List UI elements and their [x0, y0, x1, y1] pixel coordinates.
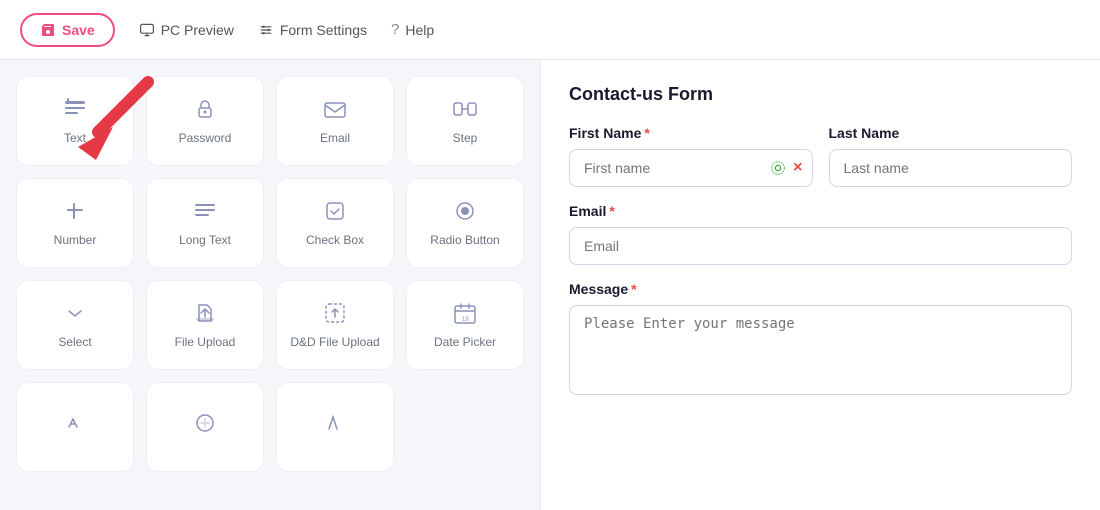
form-settings-button[interactable]: Form Settings	[258, 22, 367, 38]
widget-date-picker[interactable]: 19 Date Picker	[406, 280, 524, 370]
first-name-settings-icon[interactable]	[769, 159, 787, 177]
widget-misc2[interactable]	[146, 382, 264, 472]
email-widget-icon	[321, 95, 349, 123]
widget-dnd-file-upload-label: D&D File Upload	[290, 335, 379, 351]
widget-radio-button[interactable]: Radio Button	[406, 178, 524, 268]
message-textarea[interactable]	[569, 305, 1072, 395]
widget-dnd-file-upload[interactable]: D&D File Upload	[276, 280, 394, 370]
last-name-field: Last Name	[829, 125, 1073, 187]
first-name-icons: ×	[769, 159, 802, 177]
widget-select[interactable]: Select	[16, 280, 134, 370]
text-widget-icon	[61, 95, 89, 123]
number-widget-icon	[61, 197, 89, 225]
topbar: Save PC Preview Form Settings ? Help	[0, 0, 1100, 60]
widget-misc1[interactable]	[16, 382, 134, 472]
widget-step[interactable]: Step	[406, 76, 524, 166]
main-layout: Text Password	[0, 60, 1100, 510]
date-picker-widget-icon: 19	[451, 299, 479, 327]
misc2-widget-icon	[191, 409, 219, 437]
widget-text-label: Text	[64, 131, 86, 147]
widget-check-box-label: Check Box	[306, 233, 364, 249]
save-icon	[40, 22, 56, 38]
help-button[interactable]: ? Help	[391, 21, 434, 38]
misc3-widget-icon	[321, 409, 349, 437]
file-upload-widget-icon	[191, 299, 219, 327]
password-widget-icon	[191, 95, 219, 123]
last-name-label: Last Name	[829, 125, 1073, 141]
email-label: Email *	[569, 203, 1072, 219]
widget-check-box[interactable]: Check Box	[276, 178, 394, 268]
widget-number-label: Number	[54, 233, 97, 249]
widget-number[interactable]: Number	[16, 178, 134, 268]
widget-long-text[interactable]: Long Text	[146, 178, 264, 268]
email-field: Email *	[569, 203, 1072, 265]
first-name-input-wrap: ×	[569, 149, 813, 187]
message-row: Message *	[569, 281, 1072, 400]
widget-long-text-label: Long Text	[179, 233, 231, 249]
email-input[interactable]	[569, 227, 1072, 265]
dnd-file-upload-widget-icon	[321, 299, 349, 327]
first-name-field: First Name * ×	[569, 125, 813, 187]
email-row: Email *	[569, 203, 1072, 265]
first-name-remove-icon[interactable]: ×	[793, 159, 802, 177]
message-label: Message *	[569, 281, 1072, 297]
step-widget-icon	[451, 95, 479, 123]
select-widget-icon	[61, 299, 89, 327]
widget-misc3[interactable]	[276, 382, 394, 472]
widget-email[interactable]: Email	[276, 76, 394, 166]
name-row: First Name * × Last Name	[569, 125, 1072, 187]
radio-button-widget-icon	[451, 197, 479, 225]
widget-email-label: Email	[320, 131, 350, 147]
form-title: Contact-us Form	[569, 84, 1072, 105]
pc-preview-button[interactable]: PC Preview	[139, 22, 234, 38]
widget-step-label: Step	[453, 131, 478, 147]
check-box-widget-icon	[321, 197, 349, 225]
widget-grid: Text Password	[16, 76, 524, 472]
widget-panel: Text Password	[0, 60, 540, 510]
widget-password[interactable]: Password	[146, 76, 264, 166]
widget-date-picker-label: Date Picker	[434, 335, 496, 351]
message-field: Message *	[569, 281, 1072, 400]
last-name-input-wrap	[829, 149, 1073, 187]
widget-select-label: Select	[58, 335, 91, 351]
save-button[interactable]: Save	[20, 13, 115, 47]
svg-text:19: 19	[462, 317, 469, 323]
monitor-icon	[139, 22, 155, 38]
settings-icon	[258, 22, 274, 38]
first-name-label: First Name *	[569, 125, 813, 141]
widget-radio-button-label: Radio Button	[430, 233, 499, 249]
misc1-widget-icon	[61, 409, 89, 437]
widget-password-label: Password	[179, 131, 232, 147]
widget-text[interactable]: Text	[16, 76, 134, 166]
last-name-input[interactable]	[829, 149, 1073, 187]
widget-file-upload-label: File Upload	[175, 335, 236, 351]
message-input-wrap	[569, 305, 1072, 400]
widget-file-upload[interactable]: File Upload	[146, 280, 264, 370]
form-preview-panel: Contact-us Form First Name * ×	[540, 60, 1100, 510]
long-text-widget-icon	[191, 197, 219, 225]
email-input-wrap	[569, 227, 1072, 265]
